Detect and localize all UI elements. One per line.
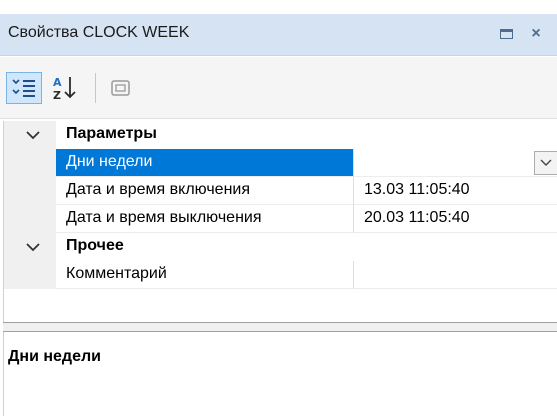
property-name[interactable]: Дата и время включения <box>56 177 354 205</box>
panel-titlebar: Свойства CLOCK WEEK × <box>0 14 557 56</box>
chevron-down-icon[interactable] <box>24 125 42 145</box>
property-value[interactable]: 13.03 11:05:40 <box>354 177 557 205</box>
dropdown-button[interactable] <box>534 151 557 175</box>
toolbar-separator <box>95 73 96 103</box>
property-name[interactable]: Комментарий <box>56 261 354 289</box>
property-row-comment[interactable]: Комментарий <box>4 261 557 289</box>
grid-gutter <box>4 205 56 233</box>
properties-panel: Свойства CLOCK WEEK × A Z Параметры Дни … <box>0 0 557 416</box>
category-row-other[interactable]: Прочее <box>4 233 557 261</box>
description-splitter[interactable] <box>3 322 557 332</box>
description-pane: Дни недели <box>3 332 557 416</box>
property-name[interactable]: Дни недели <box>56 149 354 177</box>
panel-title: Свойства CLOCK WEEK <box>8 24 190 41</box>
property-toolbar: A Z <box>0 57 557 119</box>
sort-alphabetical-icon[interactable]: A Z <box>47 72 83 104</box>
grid-gutter <box>4 261 56 289</box>
property-row-on-time[interactable]: Дата и время включения 13.03 11:05:40 <box>4 177 557 205</box>
description-title: Дни недели <box>8 348 101 365</box>
grid-gutter <box>4 177 56 205</box>
chevron-down-icon[interactable] <box>24 237 42 257</box>
grid-gutter <box>4 149 56 177</box>
svg-text:A: A <box>53 76 62 89</box>
chevron-down-icon <box>540 159 552 166</box>
property-name[interactable]: Дата и время выключения <box>56 205 354 233</box>
svg-text:Z: Z <box>53 89 61 101</box>
close-icon[interactable]: × <box>527 25 545 43</box>
property-value[interactable] <box>354 261 557 289</box>
property-value[interactable]: 20.03 11:05:40 <box>354 205 557 233</box>
property-pages-icon[interactable] <box>103 72 139 104</box>
category-row-parameters[interactable]: Параметры <box>4 121 557 149</box>
category-label: Параметры <box>66 125 157 142</box>
window-maximize-icon[interactable] <box>497 25 515 43</box>
property-row-weekdays[interactable]: Дни недели <box>4 149 557 177</box>
category-label: Прочее <box>66 237 124 254</box>
property-value[interactable] <box>354 149 557 177</box>
categorized-icon[interactable] <box>6 72 42 104</box>
property-grid: Параметры Дни недели Дата и время включе… <box>3 121 557 322</box>
property-row-off-time[interactable]: Дата и время выключения 20.03 11:05:40 <box>4 205 557 233</box>
